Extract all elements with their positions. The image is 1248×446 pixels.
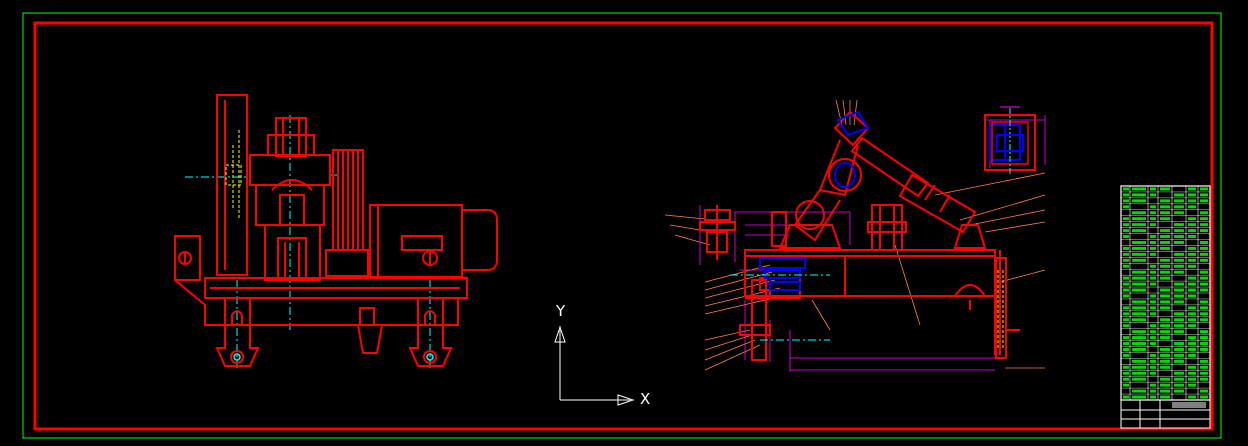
outer-border [22, 12, 1222, 439]
title-block [1120, 399, 1211, 429]
bill-of-materials-table [1120, 185, 1211, 401]
side-view [664, 99, 1046, 372]
front-view [174, 94, 498, 370]
section-a-a-detail [984, 106, 1036, 175]
ucs-y-label: Y [555, 302, 566, 320]
cad-drawing-canvas: Y X [22, 12, 1222, 439]
ucs-x-label: X [640, 390, 650, 408]
ucs-icon [554, 325, 635, 406]
